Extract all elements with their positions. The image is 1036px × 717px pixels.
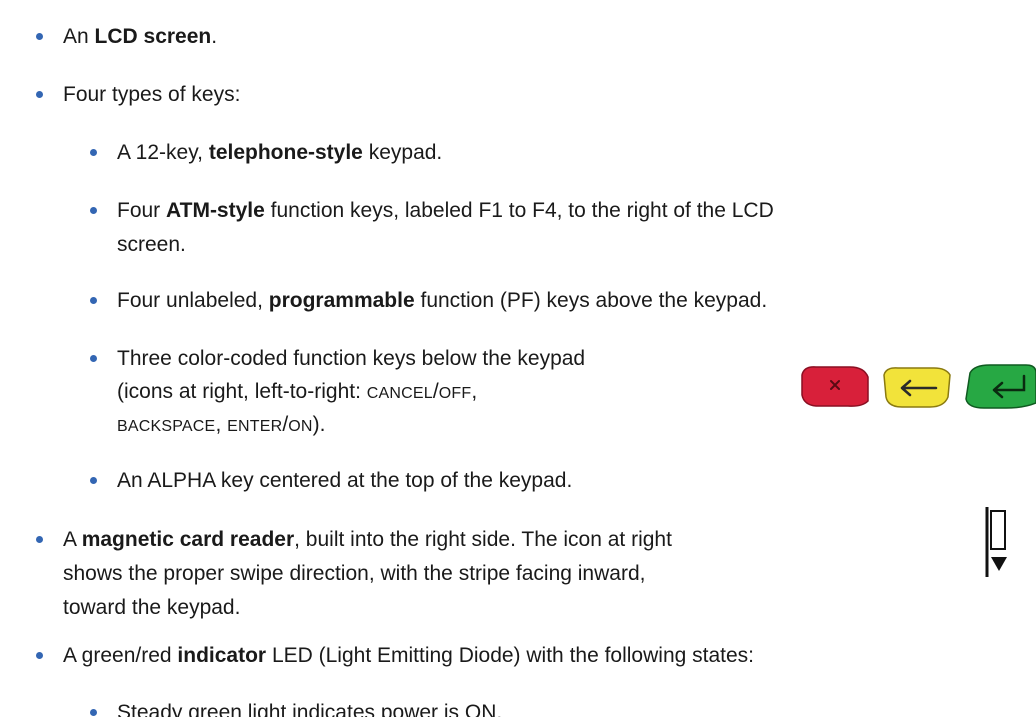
lcd-screen-item: An LCD screen. — [63, 24, 217, 50]
text-run: toward the keypad. — [63, 596, 241, 619]
backspace-key-icon — [883, 367, 951, 408]
text-run: A green/red — [63, 644, 178, 667]
bullet — [90, 477, 97, 484]
text-run: An ALPHA key centered at the top of the … — [117, 469, 573, 492]
cancel-off-key-icon — [801, 366, 869, 407]
enter-on-key-icon — [965, 364, 1036, 409]
card-swipe-icon — [985, 507, 1007, 577]
card-reader-item-cont: toward the keypad. — [63, 595, 240, 621]
text-run: Four — [117, 199, 167, 222]
indicator-led-item: A green/red indicator LED (Light Emittin… — [63, 643, 754, 669]
text-run: , — [215, 413, 228, 436]
atm-keys-item: Four ATM-style function keys, labeled F1… — [117, 198, 774, 224]
text-run: Four unlabeled, — [117, 289, 269, 312]
text-run: Steady green light indicates power is ON… — [117, 701, 503, 717]
bold-term: ATM-style — [166, 199, 265, 222]
text-run: LED (Light Emitting Diode) with the foll… — [266, 644, 755, 667]
text-run: , — [471, 380, 478, 403]
text-run: shows the proper swipe direction, with t… — [63, 562, 646, 585]
alpha-key-item: An ALPHA key centered at the top of the … — [117, 468, 572, 494]
text-run: keypad. — [362, 141, 443, 164]
text-run: ). — [312, 413, 326, 436]
bullet — [36, 33, 43, 40]
bold-term: magnetic card reader — [81, 528, 295, 551]
text-run: A — [63, 528, 82, 551]
text-run: Four types of keys: — [63, 83, 241, 106]
card-reader-item-cont: shows the proper swipe direction, with t… — [63, 561, 645, 587]
bold-term: LCD screen — [94, 25, 212, 48]
bullet — [90, 149, 97, 156]
color-keys-item-cont: BACKSPACE, ENTER/ON). — [117, 412, 325, 440]
color-key-icons — [801, 364, 1036, 409]
color-keys-item: Three color-coded function keys below th… — [117, 346, 585, 372]
key-name: OFF — [438, 385, 472, 402]
bullet — [36, 91, 43, 98]
key-name: ENTER — [227, 418, 283, 435]
bullet — [90, 709, 97, 716]
text-run: , built into the right side. The icon at… — [294, 528, 672, 551]
bullet — [90, 207, 97, 214]
bullet — [90, 297, 97, 304]
bold-term: indicator — [177, 644, 267, 667]
text-run: A 12-key, — [117, 141, 209, 164]
text-run: An — [63, 25, 95, 48]
card-reader-item: A magnetic card reader, built into the r… — [63, 527, 672, 553]
bold-term: programmable — [268, 289, 415, 312]
text-run: (icons at right, left-to-right: — [117, 380, 367, 403]
key-name: BACKSPACE — [117, 418, 216, 435]
key-name: CANCEL — [366, 385, 433, 402]
text-run: . — [211, 25, 218, 48]
text-run: screen. — [117, 233, 186, 256]
bullet — [36, 536, 43, 543]
text-run: function keys, labeled F1 to F4, to the … — [264, 199, 774, 222]
bold-term: telephone-style — [208, 141, 363, 164]
bullet — [90, 355, 97, 362]
text-run: function (PF) keys above the keypad. — [414, 289, 768, 312]
key-name: ON — [288, 418, 313, 435]
color-keys-item-cont: (icons at right, left-to-right: CANCEL/O… — [117, 379, 477, 407]
text-run: Three color-coded function keys below th… — [117, 347, 586, 370]
green-light-item: Steady green light indicates power is ON… — [117, 700, 502, 717]
telephone-keypad-item: A 12-key, telephone-style keypad. — [117, 140, 442, 166]
pf-keys-item: Four unlabeled, programmable function (P… — [117, 288, 767, 314]
key-types-item: Four types of keys: — [63, 82, 240, 108]
bullet — [36, 652, 43, 659]
atm-keys-item-cont: screen. — [117, 232, 186, 258]
